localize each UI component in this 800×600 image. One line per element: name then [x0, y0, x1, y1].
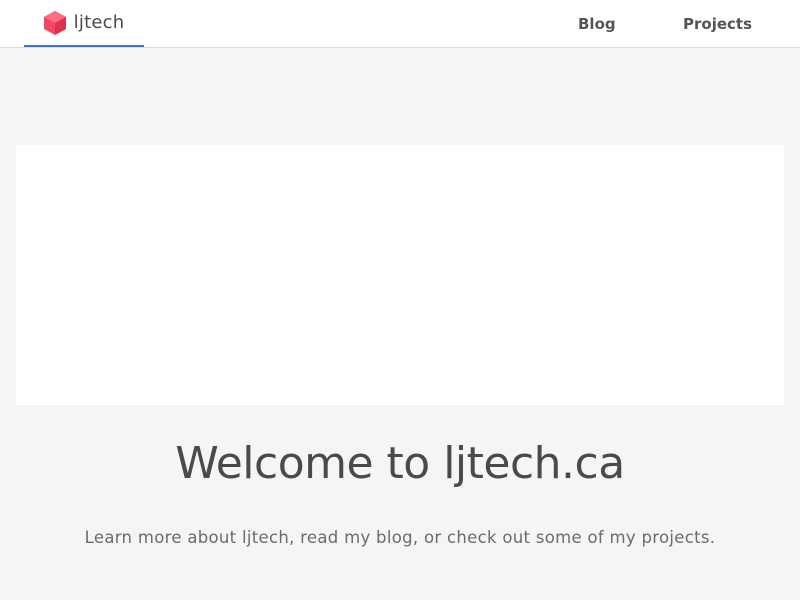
hero-image-placeholder: [16, 145, 784, 405]
navbar: ljtech Blog Projects: [0, 0, 800, 48]
brand-label: ljtech: [73, 12, 125, 33]
hexagon-logo-icon: [43, 10, 66, 35]
hero-title: Welcome to ljtech.ca: [175, 438, 625, 489]
nav-link-blog[interactable]: Blog: [578, 0, 616, 47]
brand-home-link[interactable]: ljtech: [24, 0, 144, 47]
hero-subtitle: Learn more about ljtech, read my blog, o…: [84, 528, 716, 547]
nav-link-projects[interactable]: Projects: [683, 0, 752, 47]
